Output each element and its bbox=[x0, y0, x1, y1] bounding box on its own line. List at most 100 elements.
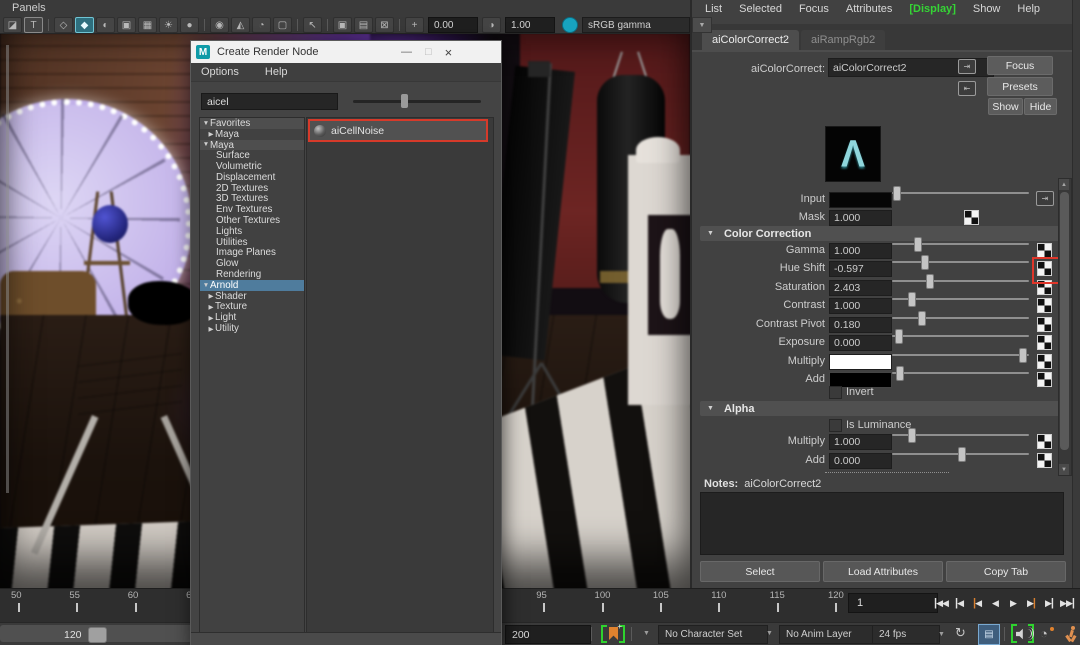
smooth-shade-icon[interactable]: ◆ bbox=[75, 17, 94, 33]
value-field[interactable]: 0.180 bbox=[829, 317, 892, 333]
tree-expand-icon[interactable]: ▶ bbox=[207, 314, 215, 322]
chevron-down-icon[interactable]: ▼ bbox=[643, 630, 650, 637]
fps-field[interactable]: 24 fps bbox=[872, 625, 940, 644]
value-field[interactable]: -0.597 bbox=[829, 261, 892, 277]
tree-item-image-planes[interactable]: Image Planes bbox=[200, 247, 304, 258]
use-default-material-icon[interactable]: ▣ bbox=[117, 17, 136, 33]
dialog-menu-options[interactable]: Options bbox=[201, 66, 239, 78]
chevron-down-icon[interactable]: ▼ bbox=[938, 631, 945, 638]
close-button[interactable]: × bbox=[445, 45, 453, 60]
slider-handle[interactable] bbox=[896, 366, 904, 381]
section-collapse-icon[interactable]: ▼ bbox=[707, 230, 714, 237]
hud-text-icon[interactable]: T bbox=[24, 17, 43, 33]
textured-icon[interactable]: ◐ bbox=[96, 17, 115, 33]
anim-layer-field[interactable]: No Anim Layer bbox=[779, 625, 873, 644]
shadows-icon[interactable]: ● bbox=[180, 17, 199, 33]
swatch-size-slider-handle[interactable] bbox=[401, 94, 408, 108]
animation-prefs-icon[interactable]: ▤ bbox=[978, 624, 1000, 645]
exposure-field[interactable]: 0.00 bbox=[428, 17, 478, 33]
play-backwards-button[interactable]: ◀ bbox=[986, 592, 1004, 614]
color-management-icon[interactable] bbox=[562, 17, 578, 33]
focus-button[interactable]: Focus bbox=[987, 56, 1053, 75]
value-field[interactable]: 1.000 bbox=[829, 210, 892, 226]
dialog-menu-help[interactable]: Help bbox=[265, 66, 288, 78]
panels-menu[interactable]: Panels bbox=[12, 2, 46, 14]
value-field[interactable]: 1.000 bbox=[829, 434, 892, 450]
tree-item-light[interactable]: ▶ Light bbox=[200, 312, 304, 323]
tree-item-displacement[interactable]: Displacement bbox=[200, 172, 304, 183]
map-button-icon[interactable] bbox=[1037, 317, 1052, 332]
mute-sound-icon[interactable] bbox=[1011, 624, 1034, 643]
prev-key-button[interactable]: | ◀ bbox=[968, 592, 986, 614]
tab-aicolorcorrect2[interactable]: aiColorCorrect2 bbox=[702, 30, 800, 50]
tree-expand-icon[interactable]: ▼ bbox=[202, 120, 210, 127]
isolate-select-icon[interactable]: ▣ bbox=[333, 17, 352, 33]
dialog-titlebar[interactable]: M Create Render Node — □ × bbox=[191, 41, 501, 63]
presets-button[interactable]: Presets bbox=[987, 77, 1053, 96]
go-to-start-button[interactable]: | ◀ ◀ bbox=[932, 592, 950, 614]
map-button-icon[interactable] bbox=[1037, 335, 1052, 350]
render-node-search-input[interactable]: aicel bbox=[201, 93, 338, 110]
tree-item-glow[interactable]: Glow bbox=[200, 258, 304, 269]
tree-item-2d-textures[interactable]: 2D Textures bbox=[200, 183, 304, 194]
hide-button[interactable]: Hide bbox=[1024, 98, 1057, 115]
paint-icon[interactable]: ◭ bbox=[231, 17, 250, 33]
map-button-icon[interactable] bbox=[1037, 434, 1052, 449]
chevron-down-icon[interactable]: ▼ bbox=[766, 630, 773, 637]
color-swatch[interactable] bbox=[829, 354, 892, 370]
scrollbar-thumb[interactable] bbox=[1060, 192, 1069, 450]
value-field[interactable]: 2.403 bbox=[829, 280, 892, 296]
panel-layout-icon[interactable]: ◪ bbox=[3, 17, 22, 33]
tree-item-maya[interactable]: ▼ Maya bbox=[200, 140, 304, 151]
scroll-down-icon[interactable]: ▼ bbox=[1059, 464, 1069, 475]
slider-track[interactable] bbox=[892, 447, 1029, 462]
map-button-icon[interactable] bbox=[1037, 453, 1052, 468]
gate-mask-icon[interactable]: + bbox=[405, 17, 424, 33]
tree-expand-icon[interactable]: ▼ bbox=[202, 141, 210, 148]
character-set-field[interactable]: No Character Set bbox=[658, 625, 768, 644]
animation-end-field[interactable]: 200 bbox=[505, 625, 591, 644]
slider-track[interactable] bbox=[892, 366, 1029, 381]
camera-icon[interactable]: ◉ bbox=[210, 17, 229, 33]
step-forward-button[interactable]: ▶ | bbox=[1040, 592, 1058, 614]
chevron-down-icon[interactable]: ▼ bbox=[692, 17, 712, 33]
slider-handle[interactable] bbox=[908, 428, 916, 443]
view-transform-select[interactable]: sRGB gamma bbox=[582, 17, 690, 33]
tree-item-maya[interactable]: ▶ Maya bbox=[200, 129, 304, 140]
tree-item-shader[interactable]: ▶ Shader bbox=[200, 291, 304, 302]
tree-item-3d-textures[interactable]: 3D Textures bbox=[200, 193, 304, 204]
color-swatch[interactable] bbox=[829, 192, 892, 208]
section-collapse-icon[interactable]: ▼ bbox=[707, 405, 714, 412]
evaluation-clock-icon[interactable]: ◔ bbox=[1040, 626, 1048, 641]
tree-item-arnold[interactable]: ▼ Arnold bbox=[200, 280, 304, 291]
slider-track[interactable] bbox=[892, 186, 1029, 201]
notes-textarea[interactable] bbox=[700, 492, 1064, 555]
maximize-button[interactable]: □ bbox=[425, 46, 432, 58]
map-button-icon[interactable] bbox=[1037, 354, 1052, 369]
slider-track[interactable] bbox=[892, 237, 1029, 252]
no-image-plane-icon[interactable]: ⊠ bbox=[375, 17, 394, 33]
slider-track[interactable] bbox=[892, 348, 1029, 363]
show-button[interactable]: Show bbox=[988, 98, 1023, 115]
attribute-scrollbar[interactable]: ▲ ▼ bbox=[1058, 178, 1072, 476]
value-field[interactable]: 1.000 bbox=[829, 243, 892, 259]
scroll-up-icon[interactable]: ▲ bbox=[1059, 179, 1069, 190]
tree-item-other-textures[interactable]: Other Textures bbox=[200, 215, 304, 226]
lights-icon[interactable]: ☀ bbox=[159, 17, 178, 33]
field-chart-icon[interactable]: ▤ bbox=[354, 17, 373, 33]
tab-airamprgb2[interactable]: aiRampRgb2 bbox=[801, 30, 886, 50]
tree-item-utilities[interactable]: Utilities bbox=[200, 237, 304, 248]
ae-menu-list[interactable]: List bbox=[705, 3, 722, 15]
slider-track[interactable] bbox=[892, 255, 1029, 270]
tree-item-env-textures[interactable]: Env Textures bbox=[200, 204, 304, 215]
tree-item-lights[interactable]: Lights bbox=[200, 226, 304, 237]
value-field[interactable]: 1.000 bbox=[829, 298, 892, 314]
tree-expand-icon[interactable]: ▼ bbox=[202, 282, 210, 289]
tree-expand-icon[interactable]: ▶ bbox=[207, 325, 215, 333]
map-button-icon[interactable] bbox=[1037, 298, 1052, 313]
range-slider-handle[interactable] bbox=[88, 627, 107, 643]
ae-menu-display[interactable]: [Display] bbox=[909, 3, 955, 15]
tree-expand-icon[interactable]: ▶ bbox=[207, 130, 215, 138]
load-arrow-icon[interactable]: ⇥ bbox=[958, 59, 976, 74]
value-field[interactable]: 0.000 bbox=[829, 335, 892, 351]
